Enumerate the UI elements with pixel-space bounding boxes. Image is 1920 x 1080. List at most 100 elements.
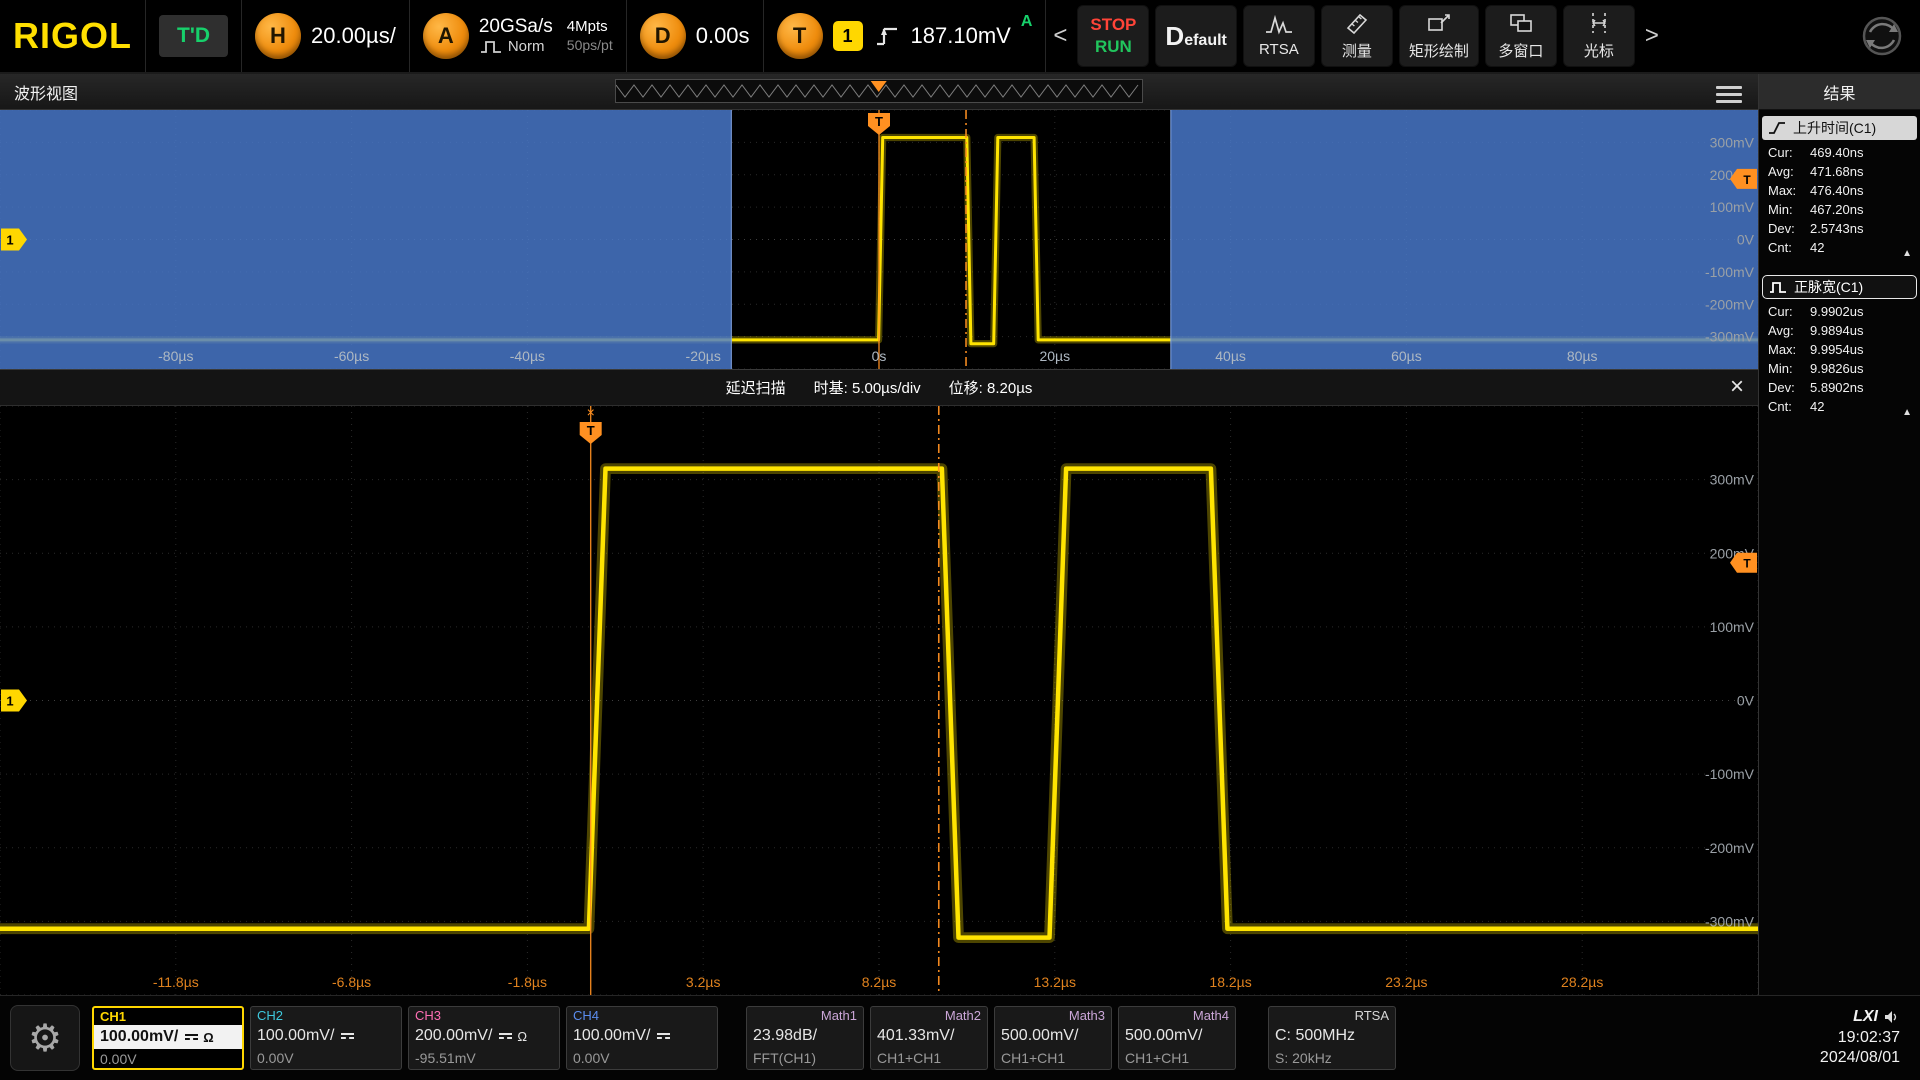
collapse-left-icon[interactable]: < [1046,22,1074,50]
channel1-marker [1,690,27,712]
multi-window-icon [1508,11,1534,35]
rtsa-box[interactable]: RTSA C: 500MHz S: 20kHz [1268,1006,1396,1070]
results-title: 结果 [1759,74,1920,110]
ruler-icon [1344,11,1370,35]
delay-badge[interactable]: D [640,13,686,59]
pulse-width-icon [1768,280,1788,294]
volt-label: 300mV [1710,472,1755,488]
zoom-shade-left [0,110,731,369]
delayed-sweep-view[interactable]: ×T-11.8µs-6.8µs-1.8µs3.2µs8.2µs13.2µs18.… [0,406,1758,995]
impedance-icon: Ω [203,1030,213,1045]
expand-right-icon[interactable]: > [1638,22,1666,50]
rise-time-icon [1767,121,1787,135]
dc-coupling-icon [185,1034,198,1040]
channel-scale: 100.00mV/ [567,1024,717,1048]
rect-draw-icon [1426,11,1452,35]
horizontal-group[interactable]: H 20.00µs/ [242,0,410,72]
dc-coupling-icon [341,1033,354,1039]
delayed-sweep-plot: ×T-11.8µs-6.8µs-1.8µs3.2µs8.2µs13.2µs18.… [0,406,1758,995]
time-label: 0s [872,348,887,364]
acquisition-badge[interactable]: A [423,13,469,59]
measurement-rise-time[interactable]: 上升时间(C1) Cur:469.40ns Avg:471.68ns Max:4… [1762,116,1917,267]
rect-draw-button[interactable]: 矩形绘制 [1399,5,1479,67]
math-name: Math3 [995,1007,1111,1024]
acquisition-group[interactable]: A 20GSa/s Norm 4Mpts 50ps/pt [410,0,627,72]
volt-label: -100mV [1705,264,1755,280]
trigger-auto-flag: A [1021,13,1033,31]
time-label: 8.2µs [862,974,897,990]
rtsa-button[interactable]: RTSA [1243,5,1315,67]
close-icon[interactable]: × [1730,372,1744,402]
main-sweep-view[interactable]: T-80µs-60µs-40µs-20µs0s20µs40µs60µs80µs3… [0,110,1758,370]
trigger-group[interactable]: T 1 187.10mV A [764,0,1047,72]
settings-gear-button[interactable]: ⚙ [10,1005,80,1071]
clock-panel: LXI 19:02:37 2024/08/01 [1820,1007,1910,1069]
math-box-math2[interactable]: Math2 401.33mV/ CH1+CH1 [870,1006,988,1070]
channel-box-ch3[interactable]: CH3 200.00mV/ Ω -95.51mV [408,1006,560,1070]
horizontal-badge[interactable]: H [255,13,301,59]
measurement-header[interactable]: 正脉宽(C1) [1762,275,1917,299]
channel-name: CH2 [251,1007,401,1024]
time-label: -20µs [686,348,721,364]
system-date: 2024/08/01 [1820,1048,1900,1069]
svg-text:T: T [587,423,595,438]
svg-text:T: T [1743,173,1751,187]
multi-window-button[interactable]: 多窗口 [1485,5,1557,67]
logo-group: RIGOL [0,0,146,72]
time-label: -40µs [510,348,545,364]
rising-edge-icon [873,22,901,50]
cursor-button[interactable]: 光标 [1563,5,1635,67]
cursor-icon [1586,11,1612,35]
time-label: -1.8µs [508,974,547,990]
math-box-math3[interactable]: Math3 500.00mV/ CH1+CH1 [994,1006,1112,1070]
trigger-badge[interactable]: T [777,13,823,59]
volt-label: -300mV [1705,913,1755,929]
math-name: Math2 [871,1007,987,1024]
delay-sweep-offset: 位移: 8.20µs [949,377,1033,398]
channel-scale: 100.00mV/ Ω [94,1025,242,1049]
svg-text:1: 1 [6,233,13,248]
measurement-values: Cur:9.9902us Avg:9.9894us Max:9.9954us M… [1762,299,1917,416]
math-box-math1[interactable]: Math1 23.98dB/ FFT(CH1) [746,1006,864,1070]
expand-triangle-icon[interactable]: ▲ [1902,248,1912,259]
channel-scale: 200.00mV/ Ω [409,1024,559,1048]
delay-group[interactable]: D 0.00s [627,0,764,72]
time-label: -11.8µs [153,974,199,990]
channel-offset: 0.00V [567,1048,717,1068]
measurement-pulse-width[interactable]: 正脉宽(C1) Cur:9.9902us Avg:9.9894us Max:9.… [1762,275,1917,426]
expand-triangle-icon[interactable]: ▲ [1902,407,1912,418]
channel-box-ch2[interactable]: CH2 100.00mV/ 0.00V [250,1006,402,1070]
measurement-header[interactable]: 上升时间(C1) [1762,116,1917,140]
time-label: -60µs [334,348,369,364]
stop-label: STOP [1090,15,1136,35]
measure-button[interactable]: 测量 [1321,5,1393,67]
volt-label: 100mV [1710,199,1755,215]
channel-offset: 0.00V [251,1048,401,1068]
time-label: 80µs [1567,348,1598,364]
default-button[interactable]: Default [1155,5,1236,67]
run-stop-button[interactable]: STOP RUN [1077,5,1149,67]
globe-arrows-icon[interactable] [1858,12,1906,60]
channel-box-ch4[interactable]: CH4 100.00mV/ 0.00V [566,1006,718,1070]
menu-icon[interactable] [1716,82,1742,107]
measurement-values: Cur:469.40ns Avg:471.68ns Max:476.40ns M… [1762,140,1917,257]
bottom-channel-bar: ⚙ CH1 100.00mV/ Ω 0.00V CH2 100.00mV/ 0.… [0,995,1920,1080]
channel-box-ch1[interactable]: CH1 100.00mV/ Ω 0.00V [92,1006,244,1070]
top-toolbar: RIGOL T'D H 20.00µs/ A 20GSa/s Norm 4Mpt… [0,0,1920,74]
trigger-status-group: T'D [146,0,242,72]
math-box-math4[interactable]: Math4 500.00mV/ CH1+CH1 [1118,1006,1236,1070]
record-navigator[interactable] [615,79,1142,103]
default-label: Default [1165,21,1226,52]
acquisition-mode: Norm [508,38,545,55]
speaker-icon[interactable] [1884,1010,1900,1024]
volt-label: 0V [1737,232,1755,248]
time-label: 18.2µs [1209,974,1251,990]
volt-label: -100mV [1705,766,1755,782]
horizontal-scale[interactable]: 20.00µs/ [311,23,396,49]
trigger-source-badge[interactable]: 1 [833,21,863,51]
trigger-level-value[interactable]: 187.10mV [911,23,1011,49]
volt-label: -300mV [1705,329,1755,345]
waveform-area: 波形视图 T-80µs-60µs-40µs-20µs0s20µs40µs60µs… [0,74,1758,995]
system-time: 19:02:37 [1820,1028,1900,1049]
delay-value[interactable]: 0.00s [696,23,750,49]
